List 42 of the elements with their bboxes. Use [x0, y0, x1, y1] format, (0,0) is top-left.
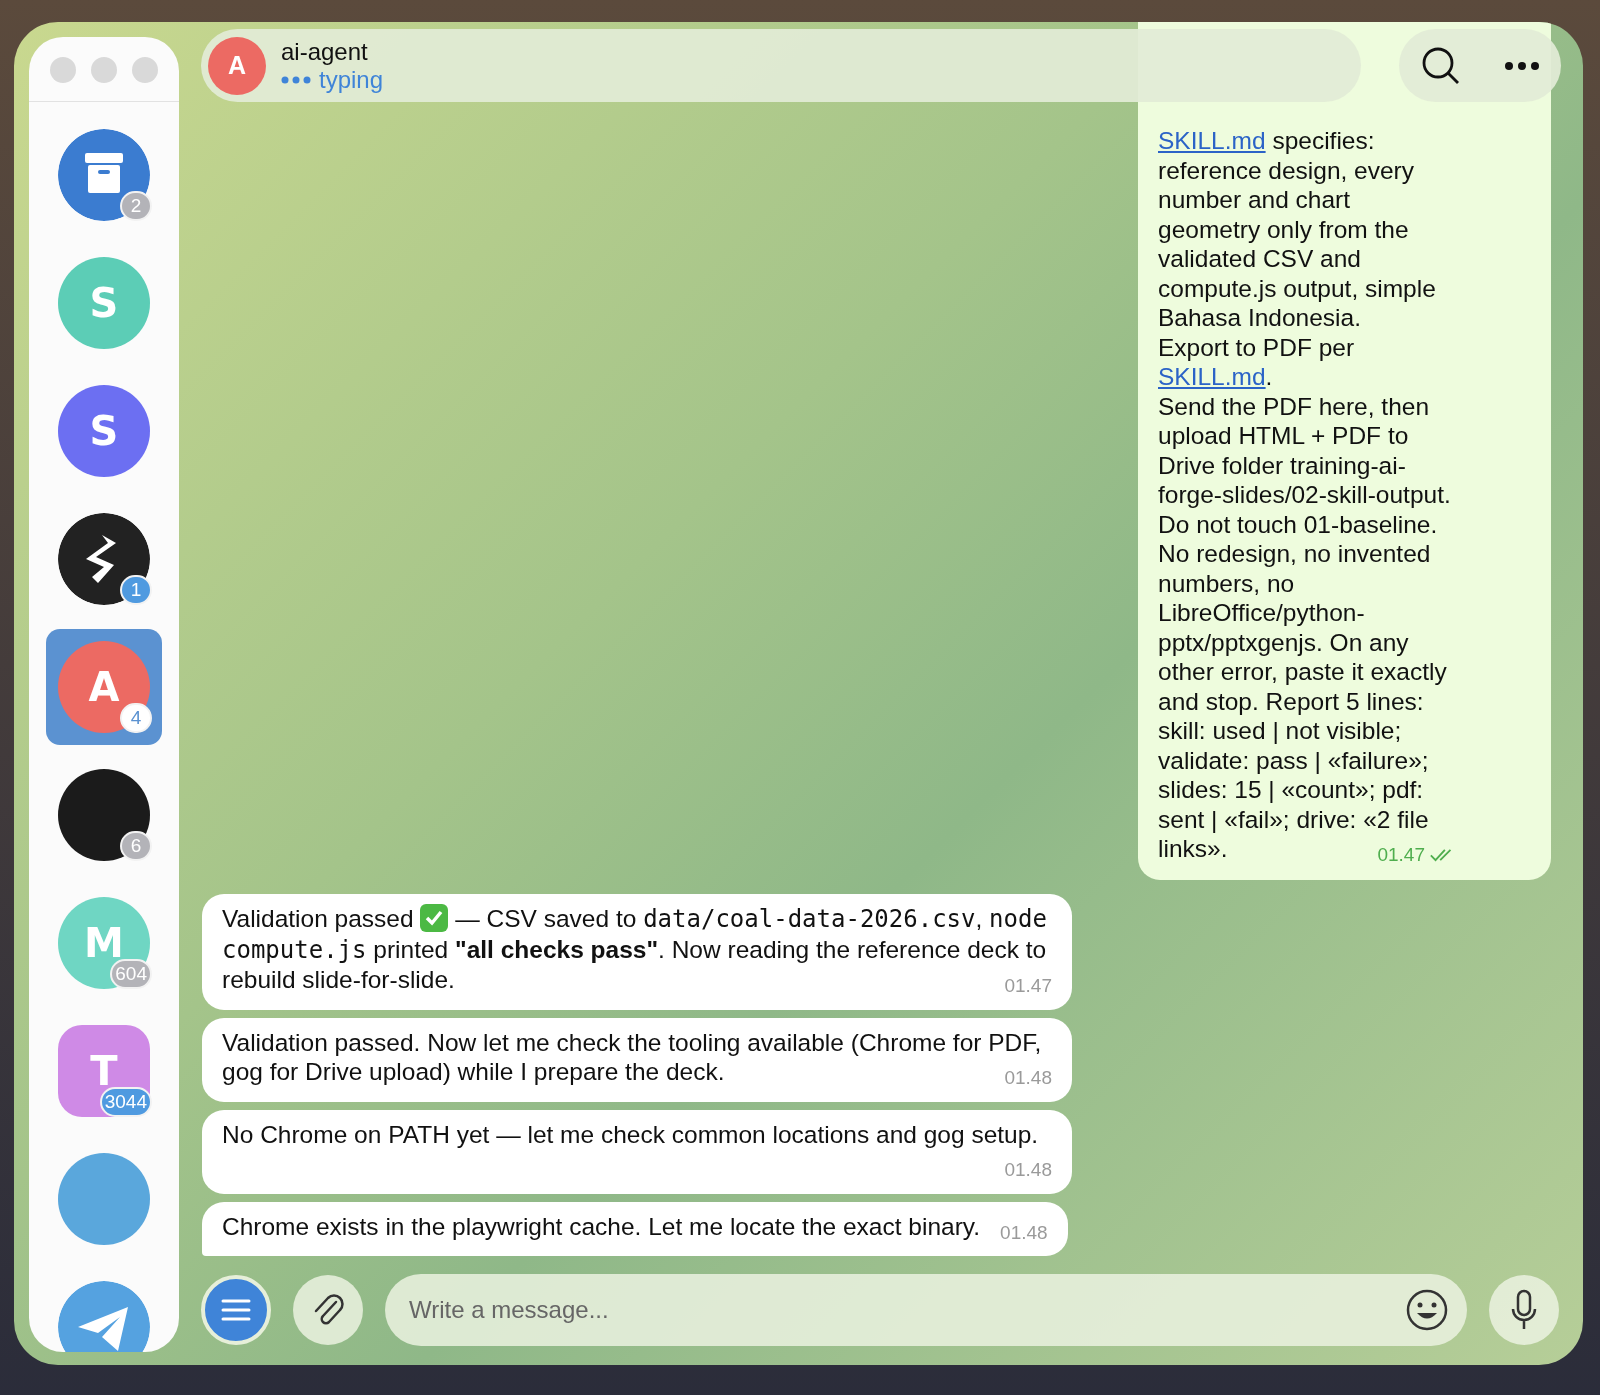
message-time: 01.48 — [1004, 1066, 1052, 1090]
message-field[interactable]: Write a message... — [385, 1274, 1467, 1346]
unread-badge: 604 — [110, 959, 152, 989]
chat-item[interactable]: S — [46, 245, 162, 361]
message-time: 01.47 — [1004, 974, 1052, 998]
avatar: A — [208, 36, 266, 95]
chat-item[interactable]: 1 — [46, 501, 162, 617]
smiley-icon[interactable] — [1405, 1288, 1449, 1332]
unread-badge: 4 — [120, 703, 152, 733]
message-text: Send the PDF here, then upload HTML + PDF to Drive folder training-ai-forge-slides/02-skill-output. Do not touch 01-baseline. No redesign, no invented numbers, no LibreOffice/python-pptx/pptxgenjs. On any other error, paste it exactly and stop. Report 5 lines: skill: used | not visible; validate: pass | «failure»; slides: 15 | «count»; pdf: sent | «fail»; drive: «2 file links». 01.47 — [1158, 391, 1537, 864]
more-icon[interactable] — [1503, 60, 1540, 71]
chat-item[interactable]: A 4 — [46, 629, 162, 745]
chat-item[interactable]: M 604 — [46, 885, 162, 1001]
chat-item[interactable]: 6 — [46, 757, 162, 873]
check-mark-icon — [420, 904, 449, 932]
chat-item[interactable]: S — [46, 373, 162, 489]
message-time: 01.48 — [1004, 1158, 1052, 1182]
chat-status: typing — [319, 65, 384, 94]
avatar: S — [58, 385, 150, 477]
archive-icon — [58, 129, 150, 221]
unread-badge: 2 — [120, 191, 152, 221]
logo-icon — [58, 513, 150, 605]
typing-dots-icon — [281, 75, 311, 84]
message-text: Validation passed — CSV saved to data/coal-data-2026.csv, node compute.js printed "all checks pass". Now reading the reference deck to rebuild slide-for-slide. 01.47 — [222, 904, 1052, 995]
message-text: Export to PDF per SKILL.md. — [1158, 332, 1356, 392]
menu-icon — [221, 1298, 251, 1322]
message-input[interactable]: Write a message... — [407, 1295, 1405, 1325]
unread-badge: 6 — [120, 831, 152, 861]
message-text: Validation passed. Now let me check the tooling available (Chrome for PDF, gog for Drive upload) while I prepare the deck. 01.48 — [222, 1027, 1052, 1087]
unread-badge: 3044 — [99, 1087, 152, 1117]
chat-item[interactable]: 2 — [46, 117, 162, 233]
unread-badge: 1 — [120, 575, 152, 605]
message-text: SKILL.md specifies: — [1158, 126, 1376, 156]
link[interactable]: SKILL.md — [1158, 127, 1266, 154]
message-time: 01.47 — [1377, 843, 1425, 867]
chat-item[interactable]: T 3044 — [46, 1013, 162, 1129]
microphone-icon — [1510, 1289, 1538, 1331]
search-icon[interactable] — [1420, 45, 1461, 86]
message-text: reference design, every number and chart geometry only from the validated CSV and compute.js output, simple Bahasa Indonesia. — [1158, 155, 1437, 333]
avatar: S — [58, 257, 150, 349]
chat-title: ai-agent — [281, 37, 369, 66]
link[interactable]: SKILL.md — [1158, 363, 1266, 390]
